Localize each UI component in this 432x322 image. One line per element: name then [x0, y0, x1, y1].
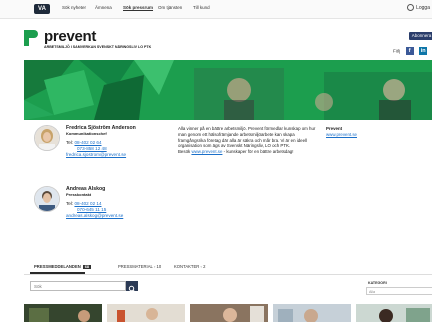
press-release-thumbnail[interactable]: [273, 304, 351, 322]
tab-contacts[interactable]: KONTAKTER ◦ 2: [174, 264, 205, 269]
brand-name: prevent: [44, 28, 97, 45]
prevent-brand-header: prevent ARBETSMILJÖ I SAMVERKAN SVENSKT …: [24, 28, 164, 58]
contact-role: Kommunikationschef: [66, 131, 107, 136]
mobile-link[interactable]: 073-858 12 48: [77, 146, 107, 151]
brand-subtitle: ARBETSMILJÖ I SAMVERKAN SVENSKT NÄRINGSL…: [44, 45, 152, 49]
thumbnail-image: [107, 304, 185, 322]
thumbnail-image: [190, 304, 268, 322]
nav-link-customer[interactable]: Till kund: [193, 5, 210, 10]
nav-link-pressrooms[interactable]: Sök pressrum: [123, 5, 153, 10]
linkedin-icon[interactable]: in: [419, 46, 428, 55]
nav-link-news[interactable]: Sök nyheter: [62, 5, 86, 10]
hero-banner-image: [24, 60, 432, 120]
phone-link[interactable]: 08-402 02 14: [74, 201, 101, 206]
about-description: Alla vinner på en bättre arbetsmiljö. Pr…: [178, 126, 316, 149]
contact-avatar: [34, 186, 60, 212]
tel-label: Tel:: [66, 140, 74, 145]
contact-avatar: [34, 125, 60, 151]
press-release-thumbnail[interactable]: [356, 304, 432, 322]
login-button[interactable]: Logga: [407, 4, 430, 11]
avatar-photo: [35, 187, 59, 211]
login-label: Logga: [416, 4, 430, 11]
search-button[interactable]: [126, 281, 138, 293]
press-release-thumbnail[interactable]: [107, 304, 185, 322]
about-text: Alla vinner på en bättre arbetsmiljö. Pr…: [178, 126, 318, 155]
follow-label: Följ: [393, 48, 401, 54]
thumbnail-image: [356, 304, 432, 322]
site-logo[interactable]: VA: [34, 4, 50, 14]
phone-link[interactable]: 08-402 02 64: [74, 140, 101, 145]
thumbnail-image: [273, 304, 351, 322]
website-link[interactable]: www.prevent.se: [191, 149, 222, 154]
prevent-logo-icon: [24, 30, 38, 46]
visit-prefix: Besök: [178, 149, 191, 155]
press-release-thumbnail[interactable]: [190, 304, 268, 322]
tab-label: PRESSMEDDELANDEN: [34, 264, 81, 269]
search-icon: [128, 285, 136, 293]
social-links: Följ f in t: [393, 42, 432, 73]
top-navigation-bar: VA Sök nyheter Ämnena Sök pressrum Om tj…: [0, 0, 432, 19]
banner-graphic: [24, 60, 432, 120]
tab-press-releases[interactable]: PRESSMEDDELANDEN 68: [34, 264, 92, 269]
press-room-page: VA Sök nyheter Ämnena Sök pressrum Om tj…: [0, 0, 432, 322]
tab-label: PRESSMATERIAL: [118, 264, 153, 269]
mobile-link[interactable]: 070-645 11 15: [77, 207, 106, 212]
contact-role: Presskontakt: [66, 192, 92, 197]
nav-link-about-service[interactable]: Om tjänsten: [158, 5, 182, 10]
thumbnail-image: [24, 304, 102, 322]
tab-count: 2: [203, 264, 206, 269]
organization-sidebar: Prevent www.prevent.se: [326, 126, 386, 138]
content-tabs: PRESSMEDDELANDEN 68 PRESSMATERIAL ◦ 10 KO…: [24, 262, 432, 275]
search-input[interactable]: Sök: [30, 281, 126, 291]
subscribe-button[interactable]: Abonnera: [409, 32, 432, 40]
user-icon: [407, 4, 415, 11]
category-select[interactable]: Alla: [366, 287, 432, 295]
email-link[interactable]: andreas.alskog@prevent.se: [66, 213, 123, 218]
category-label: KATEGORI: [368, 281, 387, 285]
visit-suffix: - kunskaper för en bättre arbetsdag!: [223, 149, 294, 155]
contact-info: Andreas Alskog Presskontakt Tel: 08-402 …: [66, 186, 176, 219]
facebook-icon[interactable]: f: [405, 46, 414, 55]
active-tab-indicator: [30, 272, 85, 274]
avatar-photo: [35, 126, 59, 150]
nav-link-topics[interactable]: Ämnena: [95, 5, 112, 10]
tab-label: KONTAKTER: [174, 264, 200, 269]
tab-count-badge: 68: [82, 265, 92, 269]
press-release-thumbnail[interactable]: [24, 304, 102, 322]
tel-label: Tel:: [66, 201, 74, 206]
tab-press-material[interactable]: PRESSMATERIAL ◦ 10: [118, 264, 161, 269]
organization-website-link[interactable]: www.prevent.se: [326, 132, 357, 137]
tab-count: 10: [156, 264, 162, 269]
email-link[interactable]: fredrica.sjostrom@prevent.se: [66, 152, 126, 157]
contact-info: Fredrica Sjöström Anderson Kommunikation…: [66, 125, 176, 158]
